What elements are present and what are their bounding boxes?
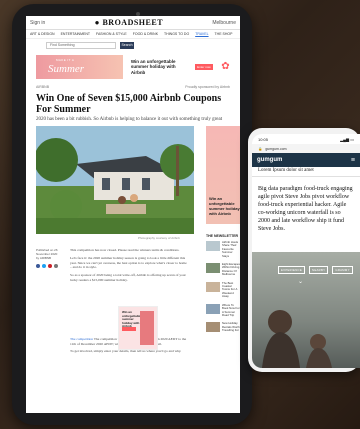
- author: by AIRBNB: [36, 256, 52, 260]
- signin-link[interactable]: Sign in: [30, 20, 45, 26]
- tablet-screen: Sign in ● BROADSHEET Melbourne ART & DES…: [26, 16, 240, 413]
- facebook-icon[interactable]: [36, 264, 40, 268]
- nav-item-active[interactable]: TRAVEL: [195, 32, 208, 36]
- site-topbar: Sign in ● BROADSHEET Melbourne: [26, 16, 240, 30]
- search-row: Find Something Search: [26, 39, 240, 51]
- banner-tagline: MAKE IT A: [56, 58, 75, 62]
- badge[interactable]: EXPERIENCE: [278, 266, 306, 274]
- related-item[interactable]: Eight Escapes Within Driving Distance Of…: [206, 262, 240, 277]
- scroll-arrow-icon[interactable]: ⌄: [298, 278, 303, 285]
- site-logo[interactable]: ● BROADSHEET: [95, 18, 163, 27]
- sponsor-row: AIRBNB Proudly sponsored by Airbnb: [26, 85, 240, 89]
- search-button[interactable]: Search: [120, 41, 134, 49]
- related-thumb: [206, 303, 220, 314]
- email-icon[interactable]: [54, 264, 58, 268]
- paragraph: So as a sponsor of 2020 being a total wr…: [70, 273, 186, 282]
- banner-script: Summer: [48, 63, 85, 75]
- phone-url-bar[interactable]: 🔒 gumgum.com: [252, 144, 360, 153]
- nav-item[interactable]: ENTERTAINMENT: [61, 32, 90, 36]
- share-icons: [36, 264, 58, 268]
- related-list: THE NEWSLETTER Airbnb Hosts Share Their …: [206, 234, 240, 338]
- phone-badges: EXPERIENCE NEARBY GRAMMY: [278, 266, 353, 274]
- paragraph: This competition has now closed. Please …: [70, 248, 180, 252]
- search-input[interactable]: Find Something: [46, 41, 116, 49]
- sponsor-note: Proudly sponsored by Airbnb: [185, 85, 230, 89]
- related-thumb: [206, 263, 220, 274]
- hamburger-menu-icon[interactable]: ≡: [351, 157, 355, 164]
- signal-icon: ▂▄▆ ▭: [340, 136, 354, 142]
- related-thumb: [206, 281, 220, 292]
- paragraph: To get involved, simply enter your detai…: [70, 349, 182, 354]
- airbnb-logo-icon: ✿: [221, 61, 230, 72]
- side-ad[interactable]: Win an unforgettable summer holiday with…: [206, 126, 240, 224]
- article-headline: Win One of Seven $15,000 Airbnb Coupons …: [36, 93, 222, 115]
- nav-item[interactable]: THINGS TO DO: [164, 32, 189, 36]
- related-item[interactable]: New Holiday Rentals Worth Travelling For: [206, 322, 240, 333]
- related-heading: THE NEWSLETTER: [206, 234, 239, 238]
- phone-brand[interactable]: gumgum: [257, 157, 282, 163]
- related-item[interactable]: Airbnb Hosts Share Their Favourite Summe…: [206, 240, 240, 258]
- phone-status-bar: 10:05 ▂▄▆ ▭: [252, 134, 360, 144]
- competition-link[interactable]: The competition: [70, 337, 93, 341]
- phone-url: gumgum.com: [265, 146, 287, 151]
- related-thumb: [206, 241, 220, 251]
- byline: Published on 26 November 2020 by AIRBNB: [36, 248, 64, 260]
- paragraph: Let's face it: the 2020 summer holiday s…: [70, 255, 187, 270]
- related-thumb: [206, 322, 220, 333]
- related-item[interactable]: Where To Book Now For A Summer Road Trip: [206, 303, 240, 318]
- related-item[interactable]: The Best Coastal Towns For A Weekend Awa…: [206, 281, 240, 299]
- phone-time: 10:05: [258, 136, 269, 142]
- phone-hero-image: EXPERIENCE NEARBY GRAMMY ⌄: [252, 252, 360, 368]
- phone-site-header: gumgum ≡: [252, 153, 360, 167]
- banner-image: MAKE IT A Summer: [36, 55, 123, 79]
- sponsor-label: AIRBNB: [36, 85, 50, 89]
- badge[interactable]: GRAMMY: [332, 266, 353, 274]
- twitter-icon[interactable]: [42, 264, 46, 268]
- nav-item[interactable]: THE SHOP: [215, 32, 233, 36]
- article-dek: 2020 has been a bit rubbish. So Airbnb i…: [36, 117, 223, 122]
- photo-caption: Photography courtesy of Airbnb: [138, 236, 180, 240]
- inline-ad[interactable]: Win an unforgettable summer holiday with…: [118, 306, 158, 350]
- nav-item[interactable]: FASHION & STYLE: [96, 32, 127, 36]
- inline-ad-button[interactable]: [122, 327, 136, 331]
- banner-text: Win an unforgettable summer holiday with…: [130, 58, 176, 75]
- phone-body-text: Big data paradigm food-truck engaging ag…: [258, 186, 353, 232]
- city-selector[interactable]: Melbourne: [212, 20, 236, 26]
- publish-date: Published on 26 November 2020: [36, 248, 58, 256]
- side-ad-text: Win an unforgettable summer holiday with…: [209, 196, 240, 216]
- phone-screen: 10:05 ▂▄▆ ▭ 🔒 gumgum.com gumgum ≡ Lorem …: [252, 134, 360, 368]
- phone-device: 10:05 ▂▄▆ ▭ 🔒 gumgum.com gumgum ≡ Lorem …: [248, 128, 360, 372]
- nav-item[interactable]: ART & DESIGN: [30, 32, 55, 36]
- main-nav: ART & DESIGN ENTERTAINMENT FASHION & STY…: [26, 30, 240, 39]
- banner-enter-button[interactable]: Enter now: [194, 64, 213, 70]
- nav-item[interactable]: FOOD & DRINK: [133, 32, 158, 36]
- lock-icon: 🔒: [258, 146, 263, 151]
- phone-top-text: Lorem Ipsum dolor sit amet: [252, 167, 360, 177]
- hero-photo: [36, 126, 194, 234]
- inline-ad-phone-image: [140, 311, 154, 345]
- ad-banner[interactable]: MAKE IT A Summer Win an unforgettable su…: [36, 55, 230, 79]
- badge[interactable]: NEARBY: [309, 266, 329, 274]
- pinterest-icon[interactable]: [48, 264, 52, 268]
